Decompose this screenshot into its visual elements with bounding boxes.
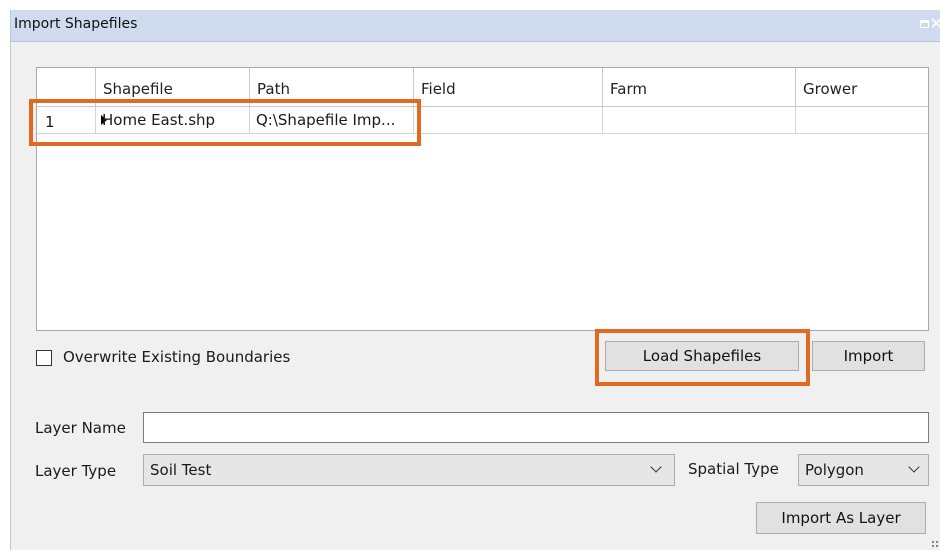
- column-header-farm[interactable]: Farm: [603, 68, 796, 106]
- layer-type-label: Layer Type: [35, 462, 117, 480]
- cell-grower[interactable]: [796, 107, 928, 133]
- layer-name-label: Layer Name: [35, 419, 126, 437]
- column-header-field[interactable]: Field: [414, 68, 603, 106]
- layer-type-select[interactable]: Soil Test: [143, 454, 675, 486]
- chevron-down-icon: [650, 461, 662, 473]
- overwrite-label: Overwrite Existing Boundaries: [63, 348, 291, 366]
- import-shapefiles-window: Import Shapefiles ✕ Shapefile Path Field…: [10, 10, 940, 550]
- layer-type-value: Soil Test: [150, 461, 212, 479]
- resize-grip-icon[interactable]: [931, 540, 939, 548]
- import-as-layer-button[interactable]: Import As Layer: [756, 502, 926, 534]
- import-button[interactable]: Import: [812, 341, 925, 371]
- cell-farm[interactable]: [603, 107, 796, 133]
- layer-name-input[interactable]: [143, 412, 929, 443]
- cell-field[interactable]: [414, 107, 603, 133]
- chevron-down-icon: [908, 461, 920, 473]
- restore-icon[interactable]: [920, 20, 929, 28]
- row-highlight-box: [29, 99, 421, 146]
- window-title: Import Shapefiles: [14, 16, 138, 32]
- load-shapefiles-button[interactable]: Load Shapefiles: [605, 341, 799, 371]
- spatial-type-select[interactable]: Polygon: [798, 454, 929, 486]
- column-header-grower[interactable]: Grower: [796, 68, 928, 106]
- close-icon[interactable]: ✕: [930, 14, 940, 34]
- title-bar: Import Shapefiles ✕: [11, 10, 940, 42]
- spatial-type-label: Spatial Type: [688, 460, 779, 478]
- overwrite-checkbox[interactable]: [36, 350, 52, 366]
- spatial-type-value: Polygon: [805, 461, 864, 479]
